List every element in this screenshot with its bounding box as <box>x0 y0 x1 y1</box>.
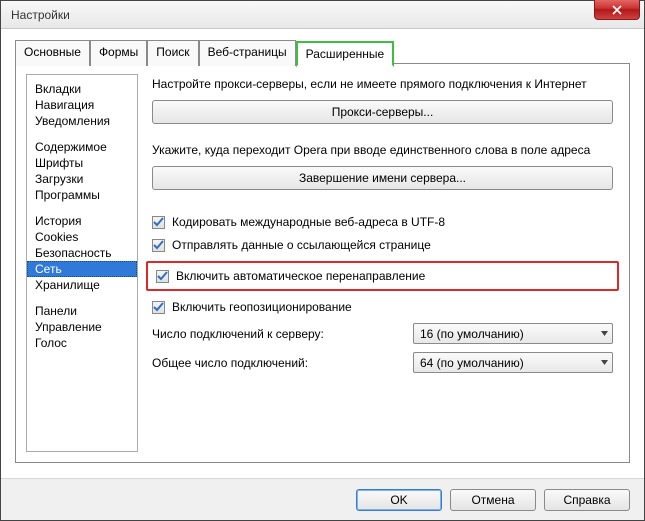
connections-server-combo[interactable]: 16 (по умолчанию) <box>413 323 613 344</box>
close-icon <box>612 5 622 15</box>
checkmark-icon <box>157 271 168 282</box>
sidebar-item-tabs[interactable]: Вкладки <box>27 81 137 97</box>
field-connections-total: Общее число подключений: 64 (по умолчани… <box>152 352 613 373</box>
sidebar-item-management[interactable]: Управление <box>27 319 137 335</box>
connections-total-combo[interactable]: 64 (по умолчанию) <box>413 352 613 373</box>
dialog-footer: OK Отмена Справка <box>1 478 644 520</box>
checkmark-icon <box>153 217 164 228</box>
checkbox-row-geo: Включить геопозиционирование <box>152 300 613 314</box>
checkmark-icon <box>153 302 164 313</box>
connections-total-label: Общее число подключений: <box>152 356 413 370</box>
connections-server-value: 16 (по умолчанию) <box>420 327 524 341</box>
checkbox-row-referrer: Отправлять данные о ссылающейся странице <box>152 238 613 252</box>
cancel-button[interactable]: Отмена <box>450 489 536 511</box>
chevron-down-icon <box>601 360 608 365</box>
sidebar-item-notifications[interactable]: Уведомления <box>27 113 137 129</box>
checkbox-utf8-label: Кодировать международные веб-адреса в UT… <box>172 215 445 229</box>
tab-search[interactable]: Поиск <box>147 40 198 66</box>
sidebar-item-fonts[interactable]: Шрифты <box>27 155 137 171</box>
field-connections-server: Число подключений к серверу: 16 (по умол… <box>152 323 613 344</box>
connections-server-label: Число подключений к серверу: <box>152 327 413 341</box>
redirect-highlight: Включить автоматическое перенаправление <box>146 261 619 291</box>
singleword-description: Укажите, куда переходит Opera при вводе … <box>152 142 613 158</box>
main-panel: Настройте прокси-серверы, если не имеете… <box>138 74 619 452</box>
sidebar-item-history[interactable]: История <box>27 213 137 229</box>
titlebar: Настройки <box>1 1 644 29</box>
checkbox-redirect[interactable] <box>156 270 169 283</box>
sidebar-item-programs[interactable]: Программы <box>27 187 137 203</box>
checkbox-redirect-label: Включить автоматическое перенаправление <box>176 269 425 283</box>
checkbox-geo-label: Включить геопозиционирование <box>172 300 352 314</box>
dialog-body: Основные Формы Поиск Веб-страницы Расшир… <box>1 29 644 473</box>
sidebar-item-panels[interactable]: Панели <box>27 303 137 319</box>
checkbox-referrer[interactable] <box>152 239 165 252</box>
sidebar-item-navigation[interactable]: Навигация <box>27 97 137 113</box>
checkbox-referrer-label: Отправлять данные о ссылающейся странице <box>172 238 431 252</box>
checkmark-icon <box>153 240 164 251</box>
sidebar-item-network[interactable]: Сеть <box>27 261 137 277</box>
server-name-completion-button[interactable]: Завершение имени сервера... <box>152 166 613 190</box>
tab-forms[interactable]: Формы <box>90 40 147 66</box>
sidebar-item-content[interactable]: Содержимое <box>27 139 137 155</box>
ok-button[interactable]: OK <box>356 489 442 511</box>
window-title: Настройки <box>11 8 70 22</box>
sidebar-item-security[interactable]: Безопасность <box>27 245 137 261</box>
close-button[interactable] <box>594 0 640 20</box>
tab-advanced[interactable]: Расширенные <box>296 41 395 67</box>
proxy-servers-button[interactable]: Прокси-серверы... <box>152 100 613 124</box>
help-button[interactable]: Справка <box>544 489 630 511</box>
checkbox-row-redirect: Включить автоматическое перенаправление <box>156 269 609 283</box>
checkbox-utf8[interactable] <box>152 216 165 229</box>
tabs-row: Основные Формы Поиск Веб-страницы Расшир… <box>15 39 630 65</box>
tab-content: Вкладки Навигация Уведомления Содержимое… <box>15 63 630 463</box>
sidebar-item-voice[interactable]: Голос <box>27 335 137 351</box>
sidebar-item-storage[interactable]: Хранилище <box>27 277 137 293</box>
connections-total-value: 64 (по умолчанию) <box>420 356 524 370</box>
tab-webpages[interactable]: Веб-страницы <box>199 40 296 66</box>
sidebar-item-cookies[interactable]: Cookies <box>27 229 137 245</box>
sidebar-item-downloads[interactable]: Загрузки <box>27 171 137 187</box>
proxy-description: Настройте прокси-серверы, если не имеете… <box>152 76 613 92</box>
checkbox-geo[interactable] <box>152 301 165 314</box>
chevron-down-icon <box>601 331 608 336</box>
sidebar: Вкладки Навигация Уведомления Содержимое… <box>26 74 138 452</box>
checkbox-row-utf8: Кодировать международные веб-адреса в UT… <box>152 215 613 229</box>
tab-general[interactable]: Основные <box>15 40 90 66</box>
